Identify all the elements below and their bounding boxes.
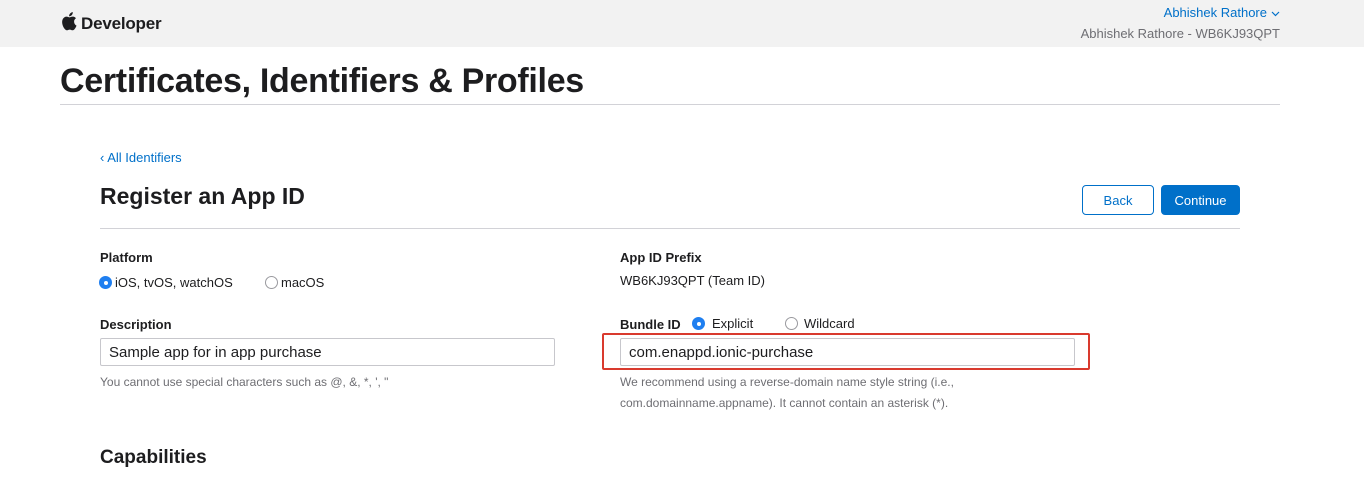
- platform-label: Platform: [100, 250, 153, 265]
- platform-ios-label: iOS, tvOS, watchOS: [115, 275, 233, 290]
- bundle-id-help-line2: com.domainname.appname). It cannot conta…: [620, 396, 949, 410]
- continue-button[interactable]: Continue: [1161, 185, 1240, 215]
- bundle-wildcard-radio[interactable]: Wildcard: [785, 316, 855, 331]
- bundle-explicit-radio[interactable]: Explicit: [692, 316, 753, 331]
- radio-macos[interactable]: [265, 276, 278, 289]
- developer-brand[interactable]: Developer: [60, 11, 162, 36]
- brand-label: Developer: [81, 13, 162, 33]
- bundle-id-input[interactable]: com.enappd.ionic-purchase: [620, 338, 1075, 366]
- description-input[interactable]: Sample app for in app purchase: [100, 338, 555, 366]
- bundle-explicit-label: Explicit: [712, 316, 754, 331]
- capabilities-title: Capabilities: [100, 447, 207, 468]
- radio-explicit-selected[interactable]: [692, 317, 705, 330]
- section-title: Register an App ID: [100, 183, 305, 209]
- global-header: Developer Abhishek Rathore Abhishek Rath…: [0, 0, 1364, 47]
- bundle-wildcard-label: Wildcard: [804, 316, 855, 331]
- platform-macos-radio[interactable]: macOS: [265, 275, 324, 290]
- radio-wildcard[interactable]: [785, 317, 798, 330]
- description-help: You cannot use special characters such a…: [100, 375, 389, 389]
- section-divider: [100, 228, 1240, 229]
- radio-ios-selected[interactable]: [99, 276, 112, 289]
- app-id-prefix-label: App ID Prefix: [620, 250, 702, 265]
- description-label: Description: [100, 317, 172, 332]
- account-team: Abhishek Rathore - WB6KJ93QPT: [1080, 26, 1280, 41]
- page-title: Certificates, Identifiers & Profiles: [60, 62, 584, 100]
- app-id-prefix-value: WB6KJ93QPT (Team ID): [620, 273, 765, 288]
- bundle-id-help-line1: We recommend using a reverse-domain name…: [620, 375, 954, 389]
- back-button[interactable]: Back: [1082, 185, 1154, 215]
- account-menu[interactable]: Abhishek Rathore Abhishek Rathore - WB6K…: [1081, 4, 1280, 42]
- account-name: Abhishek Rathore: [1163, 5, 1267, 20]
- apple-logo-icon: [60, 11, 77, 36]
- all-identifiers-link[interactable]: ‹ All Identifiers: [100, 150, 182, 165]
- platform-macos-label: macOS: [281, 275, 325, 290]
- chevron-down-icon: [1267, 5, 1280, 21]
- bundle-id-label: Bundle ID: [620, 317, 681, 332]
- account-name-dropdown[interactable]: Abhishek Rathore: [1164, 5, 1280, 21]
- platform-ios-radio[interactable]: iOS, tvOS, watchOS: [99, 275, 233, 290]
- title-divider: [60, 104, 1280, 105]
